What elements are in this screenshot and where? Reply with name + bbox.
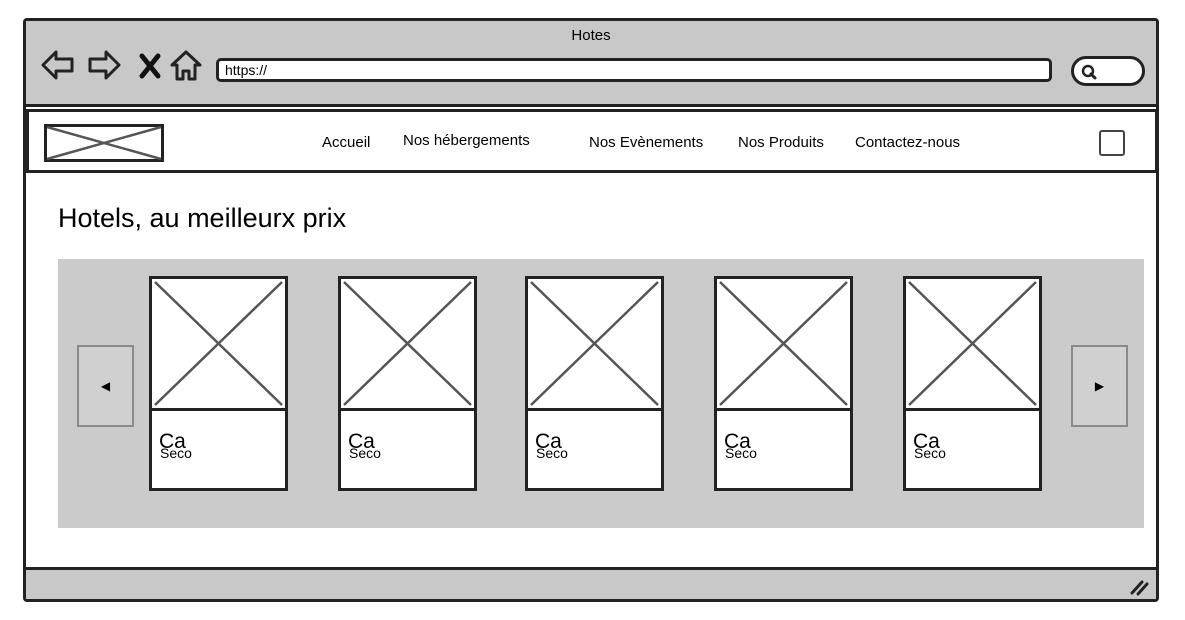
card-subcaption: Seco [536,445,568,461]
logo-placeholder[interactable] [44,124,164,162]
card-subcaption: Seco [725,445,757,461]
nav-item-hebergements[interactable]: Nos hébergements [403,132,530,149]
nav-item-contact[interactable]: Contactez-nous [855,134,960,151]
site-navbar: Accueil Nos hébergements Nos Evènements … [26,109,1156,173]
web-page: Accueil Nos hébergements Nos Evènements … [26,107,1156,573]
card-subcaption: Seco [349,445,381,461]
hotel-card[interactable]: Ca Seco [903,276,1042,491]
browser-statusbar [26,567,1156,599]
image-placeholder [152,279,285,411]
browser-titlebar: Hotes https:// [26,21,1156,107]
address-bar[interactable]: https:// [216,58,1052,82]
carousel-next-button[interactable]: ▶ [1071,345,1128,427]
carousel-prev-button[interactable]: ◀ [77,345,134,427]
hotel-card[interactable]: Ca Seco [149,276,288,491]
image-placeholder [528,279,661,411]
nav-item-produits[interactable]: Nos Produits [738,134,824,151]
card-subcaption: Seco [914,445,946,461]
window-title: Hotes [571,27,611,44]
back-icon[interactable] [40,47,76,83]
close-icon[interactable] [134,47,170,83]
image-placeholder [717,279,850,411]
hotel-card[interactable]: Ca Seco [338,276,477,491]
browser-window: Hotes https:// Accueil Nos hébergements … [23,18,1159,602]
caret-left-icon: ◀ [100,379,111,393]
browser-search-field[interactable] [1071,56,1145,86]
hotel-carousel: ◀ Ca Seco Ca Seco Ca Seco Ca Seco Ca Sec… [58,259,1144,528]
image-placeholder [906,279,1039,411]
hotel-card[interactable]: Ca Seco [525,276,664,491]
page-headline: Hotels, au meilleurx prix [58,203,347,233]
menu-checkbox[interactable] [1099,130,1125,156]
search-icon [1081,64,1097,80]
caret-right-icon: ▶ [1094,379,1105,393]
nav-item-accueil[interactable]: Accueil [322,134,370,151]
hotel-card[interactable]: Ca Seco [714,276,853,491]
home-icon[interactable] [168,47,204,83]
card-subcaption: Seco [160,445,192,461]
nav-item-evenements[interactable]: Nos Evènements [589,134,703,151]
forward-icon[interactable] [86,47,122,83]
image-placeholder [341,279,474,411]
resize-grip-icon[interactable] [1126,573,1150,597]
